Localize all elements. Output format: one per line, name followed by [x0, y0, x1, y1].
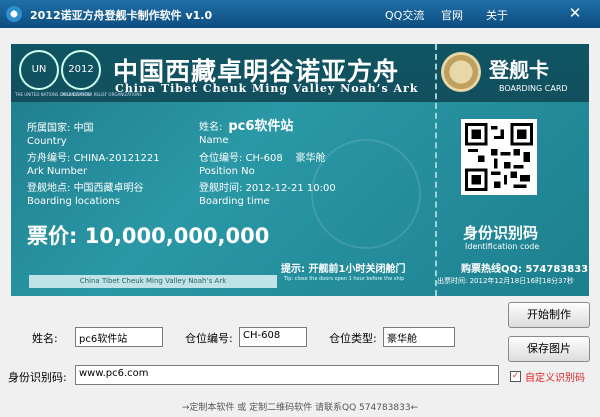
type-label: 仓位类型: — [329, 332, 377, 345]
start-button[interactable]: 开始制作 — [508, 302, 590, 328]
custom-id-label[interactable]: 自定义识别码 — [525, 369, 585, 384]
issue-time: 出票时间: 2012年12月18日16时18分37秒 — [437, 277, 574, 285]
stub-subtitle: BOARDING CARD — [499, 84, 568, 93]
window-title: 2012诺亚方舟登舰卡制作软件 v1.0 — [30, 9, 213, 22]
app-icon — [6, 6, 22, 22]
boarding-time-field: 登舰时间: 2012-12-21 10:00 Boarding time — [199, 183, 336, 207]
stub-divider — [435, 44, 437, 296]
custom-id-checkbox[interactable]: ✓ — [510, 371, 521, 382]
title-bar: 2012诺亚方舟登舰卡制作软件 v1.0 QQ交流 官网 关于 ✕ — [0, 0, 600, 28]
boarding-location-field: 登舰地点: 中国西藏卓明谷 Boarding locations — [27, 183, 144, 207]
id-code-label: 身份识别码 — [463, 224, 539, 242]
ticket-strip: China Tibet Cheuk Ming Valley Noah’s Ark — [29, 275, 277, 288]
ticket-notice-en: Tip: close the doors open 1 hour before … — [284, 276, 405, 282]
ticket-title-en: China Tibet Cheuk Ming Valley Noah’s Ark — [115, 82, 419, 95]
stub-title: 登舰卡 — [489, 58, 549, 82]
ark-number-field: 方舟编号: CHINA-20121221 Ark Number — [27, 153, 160, 177]
ticket-hotline: 购票热线QQ: 574783833 — [461, 264, 589, 275]
id-code-input[interactable]: www.pc6.com — [75, 365, 499, 385]
un-emblem-icon: UN — [19, 50, 59, 90]
country-field: 所属国家: 中国 Country — [27, 123, 94, 147]
qr-code-icon — [461, 119, 537, 195]
national-emblem-icon — [441, 52, 481, 92]
close-icon[interactable]: ✕ — [560, 3, 590, 23]
footer-note: →定制本软件 或 定制二维码软件 请联系QQ 574783833← — [181, 403, 419, 413]
id-code-field-label: 身份识别码: — [8, 371, 67, 384]
menu-about[interactable]: 关于 — [486, 7, 508, 23]
2012-emblem-icon: 2012 — [61, 50, 101, 90]
name-input[interactable]: pc6软件站 — [75, 327, 163, 347]
type-select[interactable]: 豪华舱 — [383, 327, 455, 347]
ticket-price: 票价: 10,000,000,000 — [27, 224, 270, 248]
menu-website[interactable]: 官网 — [441, 7, 463, 23]
position-label: 仓位编号: — [185, 332, 233, 345]
position-input[interactable]: CH-608 — [239, 327, 307, 347]
id-code-label-en: Identification code — [465, 242, 540, 251]
position-field: 仓位编号: CH-608 豪华舱 Position No — [199, 153, 326, 177]
menu-qq[interactable]: QQ交流 — [385, 7, 424, 23]
save-image-button[interactable]: 保存图片 — [508, 336, 590, 362]
name-field: 姓名: pc6软件站 Name — [199, 119, 294, 146]
boarding-card-preview: UN 2012 THE UNITED NATIONS ORGANIZATION … — [11, 44, 589, 296]
name-label: 姓名: — [32, 332, 58, 345]
ticket-notice: 提示: 开舰前1小时关闭舱门 — [281, 264, 406, 275]
